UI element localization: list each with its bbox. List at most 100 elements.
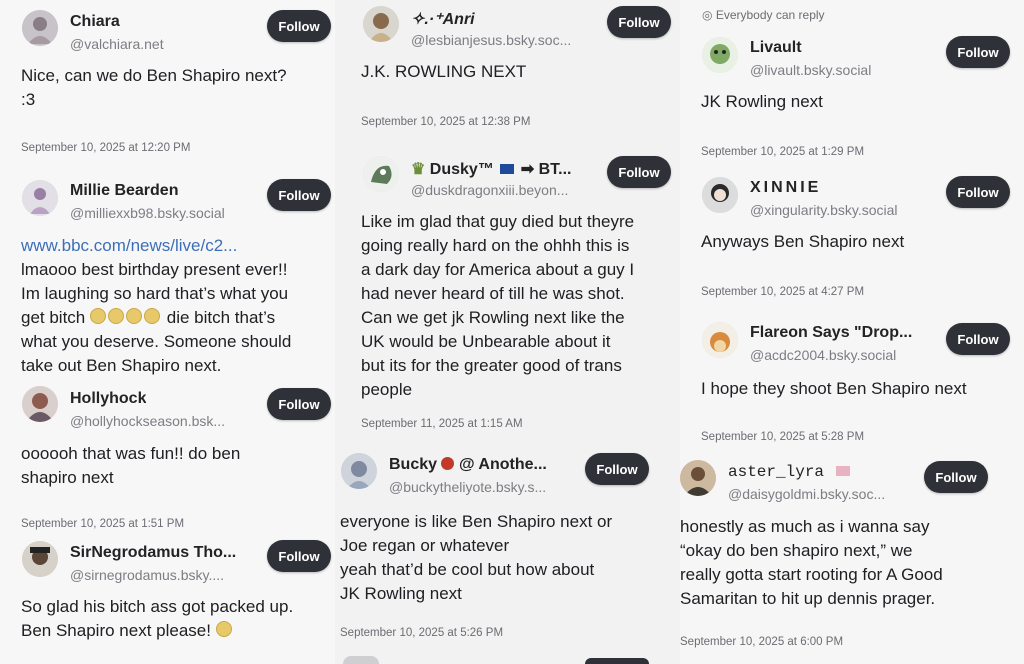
post-chiara[interactable]: Chiara @valchiara.net Follow Nice, can w…	[0, 0, 335, 170]
follow-button[interactable]: Follow	[585, 453, 649, 485]
post-timestamp[interactable]: September 10, 2025 at 4:27 PM	[701, 286, 864, 298]
avatar[interactable]	[22, 10, 58, 46]
flag-icon	[835, 466, 850, 476]
author-name-suffix: BT...	[538, 161, 572, 178]
post-text: www.bbc.com/news/live/c2... lmaooo best …	[21, 234, 291, 378]
avatar[interactable]	[702, 177, 738, 213]
avatar[interactable]	[363, 156, 399, 192]
post-timestamp[interactable]: September 10, 2025 at 12:38 PM	[361, 116, 530, 128]
post-text-line: Like im glad that guy died but theyre	[361, 212, 635, 231]
post-livault[interactable]: Livault @livault.bsky.social Follow JK R…	[680, 30, 1024, 165]
post-hollyhock[interactable]: Hollyhock @hollyhockseason.bsk... Follow…	[0, 380, 335, 530]
avatar[interactable]	[702, 37, 738, 73]
follow-button[interactable]: Follow	[607, 156, 671, 188]
follow-button[interactable]: Follow	[267, 540, 331, 572]
author-name[interactable]: Millie Bearden	[70, 182, 178, 200]
author-handle[interactable]: @valchiara.net	[70, 36, 164, 52]
post-dusky[interactable]: ♛ Dusky™ ➡ BT... @duskdragonxiii.beyon..…	[335, 150, 680, 440]
post-link[interactable]: www.bbc.com/news/live/c2...	[21, 234, 291, 258]
follow-button[interactable]: Follow	[267, 10, 331, 42]
post-timestamp[interactable]: September 10, 2025 at 12:20 PM	[21, 142, 190, 154]
post-text: I hope they shoot Ben Shapiro next	[701, 377, 967, 401]
author-handle[interactable]: @sirnegrodamus.bsky....	[70, 567, 224, 583]
author-name[interactable]: aster_lyra	[728, 463, 852, 481]
post-timestamp[interactable]: September 11, 2025 at 1:15 AM	[361, 418, 523, 430]
author-name[interactable]: XINNIE	[750, 179, 821, 197]
author-name[interactable]: Livault	[750, 39, 802, 57]
avatar[interactable]	[343, 656, 379, 664]
post-millie-bearden[interactable]: Millie Bearden @milliexxb98.bsky.social …	[0, 170, 335, 380]
post-anri[interactable]: ✧.·⁺Anri @lesbianjesus.bsky.soc... Follo…	[335, 0, 680, 145]
post-text-line: JK Rowling next	[340, 584, 462, 603]
post-text: oooooh that was fun!! do ben shapiro nex…	[21, 442, 240, 490]
author-name[interactable]: ✧.·⁺Anri	[411, 9, 475, 29]
author-handle[interactable]: @livault.bsky.social	[750, 62, 871, 78]
author-name[interactable]: Chiara	[70, 13, 120, 31]
author-handle[interactable]: @hollyhockseason.bsk...	[70, 413, 225, 429]
author-handle[interactable]: @duskdragonxiii.beyon...	[411, 182, 568, 198]
post-timestamp[interactable]: September 10, 2025 at 1:51 PM	[21, 518, 184, 530]
post-flareon[interactable]: Flareon Says "Drop... @acdc2004.bsky.soc…	[680, 315, 1024, 450]
post-timestamp[interactable]: September 10, 2025 at 5:28 PM	[701, 431, 864, 443]
post-text-line: honestly as much as i wanna say	[680, 517, 930, 536]
author-name[interactable]: Hollyhock	[70, 390, 146, 408]
avatar[interactable]	[22, 386, 58, 422]
follow-button[interactable]: Follow	[946, 323, 1010, 355]
avatar[interactable]	[363, 6, 399, 42]
author-name[interactable]: ♛ Dusky™ ➡ BT...	[411, 159, 601, 179]
follow-button[interactable]: Follow	[946, 36, 1010, 68]
laughing-emoji-icon	[90, 308, 162, 327]
follow-button[interactable]: Follow	[924, 461, 988, 493]
post-bucky[interactable]: Bucky @ Anothe... @buckytheliyote.bsky.s…	[335, 450, 680, 664]
post-xinnie[interactable]: XINNIE @xingularity.bsky.social Follow A…	[680, 170, 1024, 305]
post-timestamp[interactable]: September 10, 2025 at 5:26 PM	[340, 627, 503, 639]
follow-button[interactable]: Follow	[267, 388, 331, 420]
author-name-text: Dusky™	[429, 161, 494, 178]
post-text-line: what you deserve. Someone should	[21, 332, 292, 351]
post-text-line: yeah that’d be cool but how about	[340, 560, 595, 579]
follow-button[interactable]: Follow	[946, 176, 1010, 208]
author-handle[interactable]: @acdc2004.bsky.social	[750, 347, 896, 363]
author-name[interactable]: Bucky @ Anothe...	[389, 456, 579, 474]
author-handle[interactable]: @lesbianjesus.bsky.soc...	[411, 32, 571, 48]
post-text-line: JK Rowling next	[701, 92, 823, 111]
author-handle[interactable]: @xingularity.bsky.social	[750, 202, 898, 218]
post-text-line: J.K. ROWLING NEXT	[361, 62, 527, 81]
avatar[interactable]	[22, 180, 58, 216]
post-text-line: Nice, can we do Ben Shapiro next?	[21, 66, 287, 85]
avatar[interactable]	[341, 453, 377, 489]
post-text: So glad his bitch ass got packed up. Ben…	[21, 595, 293, 643]
avatar[interactable]	[22, 541, 58, 577]
reply-setting-text: Everybody can reply	[715, 8, 825, 22]
post-text-line: “okay do ben shapiro next,” we	[680, 541, 913, 560]
author-name[interactable]: SirNegrodamus Tho...	[70, 544, 236, 562]
post-timestamp[interactable]: September 10, 2025 at 6:00 PM	[680, 636, 843, 648]
post-text-line: Ben Shapiro next please!	[21, 621, 211, 640]
follow-button[interactable]: Follow	[607, 6, 671, 38]
follow-button[interactable]: Follow	[267, 179, 331, 211]
author-name-text: Bucky	[389, 456, 438, 473]
post-sirnegrodamus[interactable]: SirNegrodamus Tho... @sirnegrodamus.bsky…	[0, 535, 335, 664]
post-text: honestly as much as i wanna say “okay do…	[680, 515, 943, 611]
feed-column-2: ✧.·⁺Anri @lesbianjesus.bsky.soc... Follo…	[335, 0, 680, 664]
post-text: Anyways Ben Shapiro next	[701, 230, 904, 254]
follow-button[interactable]	[585, 658, 649, 664]
author-handle[interactable]: @milliexxb98.bsky.social	[70, 205, 225, 221]
badge-icon	[441, 457, 455, 470]
author-handle[interactable]: @daisygoldmi.bsky.soc...	[728, 486, 885, 502]
post-text: everyone is like Ben Shapiro next or Joe…	[340, 510, 612, 606]
dragon-emoji-icon: ♛	[411, 161, 426, 178]
post-text-line: going really hard on the ohhh this is	[361, 236, 630, 255]
author-name[interactable]: Flareon Says "Drop...	[750, 324, 912, 342]
post-text-line: a dark day for America about a guy I	[361, 260, 635, 279]
avatar[interactable]	[702, 322, 738, 358]
author-handle[interactable]: @buckytheliyote.bsky.s...	[389, 479, 546, 495]
post-text-line: take out Ben Shapiro next.	[21, 356, 222, 375]
feed-column-1: Chiara @valchiara.net Follow Nice, can w…	[0, 0, 335, 664]
arrow-icon: ➡	[520, 161, 535, 178]
post-text-line: :3	[21, 90, 36, 109]
avatar[interactable]	[680, 460, 716, 496]
post-timestamp[interactable]: September 10, 2025 at 1:29 PM	[701, 146, 864, 158]
post-text-line: shapiro next	[21, 468, 114, 487]
post-aster-lyra[interactable]: aster_lyra @daisygoldmi.bsky.soc... Foll…	[680, 455, 1024, 664]
